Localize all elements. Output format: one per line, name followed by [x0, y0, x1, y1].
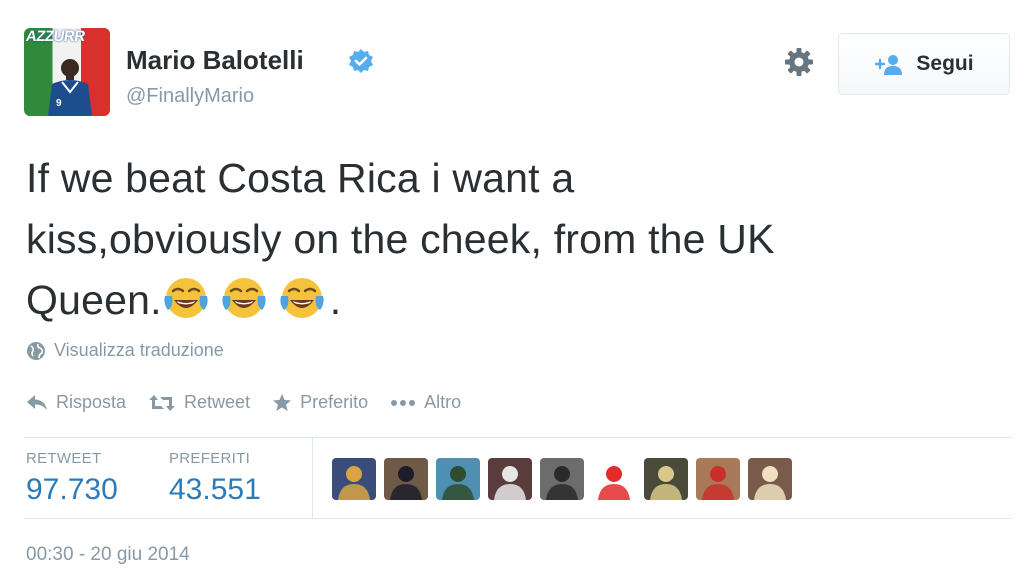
retweet-count: 97.730	[26, 473, 118, 506]
reply-label: Risposta	[56, 392, 127, 412]
avatar-text: AZZURR	[24, 28, 86, 45]
tweet-actions: Risposta Retweet Preferito Altro	[26, 392, 483, 413]
face-with-tears-of-joy-icon	[222, 278, 266, 318]
author-handle[interactable]: @FinallyMario	[126, 85, 254, 108]
favorite-button[interactable]: Preferito	[272, 392, 368, 413]
favoriter-avatar[interactable]	[384, 458, 428, 500]
reply-icon	[27, 394, 47, 410]
tweet-line: kiss,obviously on the cheek, from the UK	[26, 216, 775, 262]
tweet-stats: RETWEET 97.730 PREFERITI 43.551	[24, 437, 1012, 519]
favoriter-avatar[interactable]	[436, 458, 480, 500]
tweet-line: If we beat Costa Rica i want a	[26, 155, 575, 201]
favoriter-avatar[interactable]	[592, 458, 636, 500]
svg-text:9: 9	[56, 98, 62, 109]
player-image: 9	[48, 59, 92, 116]
retweet-icon	[149, 394, 176, 411]
favorites-stat[interactable]: PREFERITI 43.551	[169, 450, 261, 507]
stats-divider	[312, 438, 313, 519]
favoriter-avatar[interactable]	[332, 458, 376, 500]
timestamp[interactable]: 00:30 - 20 giu 2014	[26, 544, 190, 566]
more-button[interactable]: Altro	[390, 392, 461, 413]
tweet-text: If we beat Costa Rica i want a kiss,obvi…	[26, 148, 986, 331]
translate-label: Visualizza traduzione	[54, 340, 224, 360]
favorites-stat-label: PREFERITI	[169, 450, 251, 467]
globe-icon	[27, 341, 45, 360]
more-label: Altro	[424, 392, 462, 412]
retweet-button[interactable]: Retweet	[148, 392, 250, 413]
favorites-count: 43.551	[169, 473, 261, 506]
verified-badge-icon	[349, 49, 373, 73]
star-icon	[273, 393, 292, 411]
add-user-icon	[875, 55, 903, 75]
tweet-line-text: Queen.	[26, 277, 162, 323]
retweet-stat-label: RETWEET	[26, 450, 102, 467]
follow-button[interactable]: Segui	[838, 33, 1010, 95]
retweet-label: Retweet	[184, 392, 251, 412]
favoriter-avatar[interactable]	[488, 458, 532, 500]
follow-label: Segui	[916, 52, 974, 75]
favoriter-avatar[interactable]	[748, 458, 792, 500]
translate-link[interactable]: Visualizza traduzione	[26, 340, 224, 361]
favoriter-avatar[interactable]	[644, 458, 688, 500]
favoriter-avatar[interactable]	[540, 458, 584, 500]
tweet-trailing: .	[329, 277, 342, 323]
reply-button[interactable]: Risposta	[26, 392, 126, 413]
retweet-stat[interactable]: RETWEET 97.730	[26, 450, 118, 507]
face-with-tears-of-joy-icon	[280, 278, 324, 318]
gear-icon[interactable]	[783, 46, 815, 78]
favorite-label: Preferito	[300, 392, 369, 412]
avatar[interactable]: AZZURR 9	[24, 28, 110, 116]
favoriter-avatar[interactable]	[696, 458, 740, 500]
favoriter-avatars	[332, 458, 792, 500]
face-with-tears-of-joy-icon	[164, 278, 208, 318]
author-name[interactable]: Mario Balotelli	[126, 45, 304, 76]
ellipsis-icon	[391, 399, 416, 406]
tweet-line-last: Queen. .	[26, 270, 986, 331]
tweet-card: AZZURR 9 Mario Balotelli @FinallyMario S…	[0, 0, 1024, 585]
